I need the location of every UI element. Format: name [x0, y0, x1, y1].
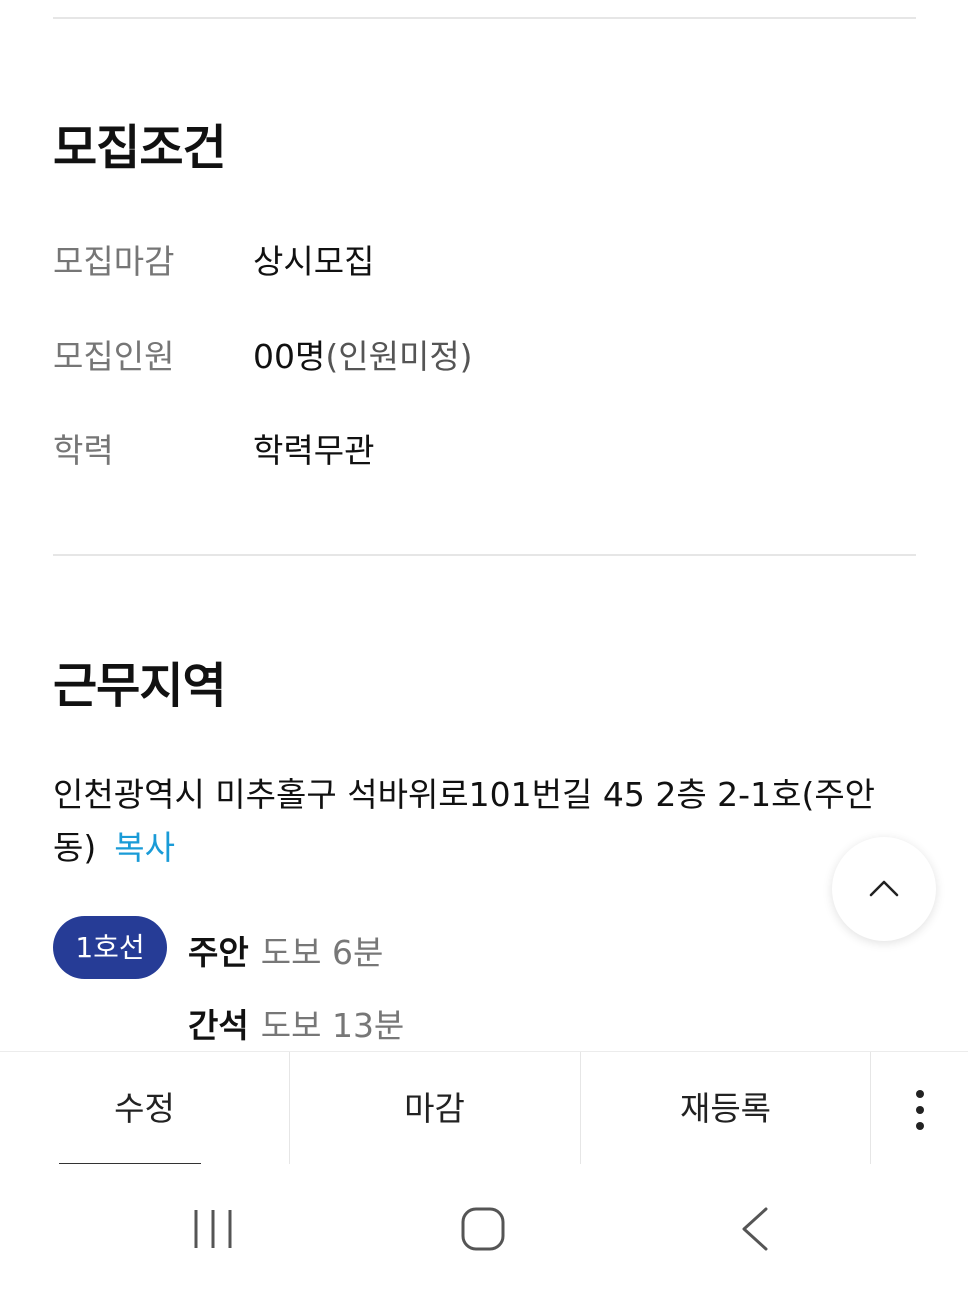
copy-address-link[interactable]: 복사	[114, 828, 175, 867]
station-item: 간석 도보 13분	[188, 999, 404, 1047]
subway-line-badge: 1호선	[53, 916, 167, 979]
bottom-action-bar: 수정 마감 재등록	[0, 1051, 968, 1165]
deadline-value: 상시모집	[253, 242, 375, 281]
education-label: 학력	[53, 431, 114, 470]
repost-button[interactable]: 재등록	[581, 1052, 870, 1165]
education-value: 학력무관	[253, 431, 375, 470]
more-options-button[interactable]	[871, 1052, 968, 1165]
work-area-title: 근무지역	[53, 658, 227, 714]
system-navigation-bar	[0, 1164, 968, 1291]
headcount-note: (인원미정)	[325, 337, 473, 376]
job-detail-page: 모집조건 모집마감 상시모집 모집인원 00명(인원미정) 학력 학력무관 근무…	[0, 0, 968, 1291]
station-name: 주안	[188, 933, 249, 972]
top-divider	[53, 17, 916, 19]
back-button[interactable]	[724, 1204, 784, 1254]
edit-button[interactable]: 수정	[0, 1052, 289, 1165]
recruit-conditions-title: 모집조건	[53, 120, 227, 176]
headcount-value: 00명(인원미정)	[253, 330, 473, 378]
address-text: 인천광역시 미추홀구 석바위로101번길 45 2층 2-1호(주안동)	[53, 775, 876, 867]
work-address: 인천광역시 미추홀구 석바위로101번길 45 2층 2-1호(주안동) 복사	[53, 768, 903, 874]
scroll-top-button[interactable]	[832, 837, 936, 941]
deadline-label: 모집마감	[53, 242, 175, 281]
chevron-up-icon	[869, 880, 899, 897]
back-icon	[742, 1207, 768, 1251]
station-item: 주안 도보 6분	[188, 926, 383, 974]
station-walk-time: 도보 13분	[260, 1006, 405, 1045]
home-button[interactable]	[453, 1204, 513, 1254]
headcount-label: 모집인원	[53, 337, 175, 376]
section-divider	[53, 554, 916, 556]
station-name: 간석	[188, 1006, 249, 1045]
close-posting-button[interactable]: 마감	[290, 1052, 579, 1165]
recent-apps-button[interactable]	[183, 1204, 243, 1254]
headcount-number: 00명	[253, 337, 326, 376]
station-walk-time: 도보 6분	[260, 933, 384, 972]
recent-apps-icon	[194, 1210, 232, 1248]
home-icon	[461, 1207, 505, 1251]
